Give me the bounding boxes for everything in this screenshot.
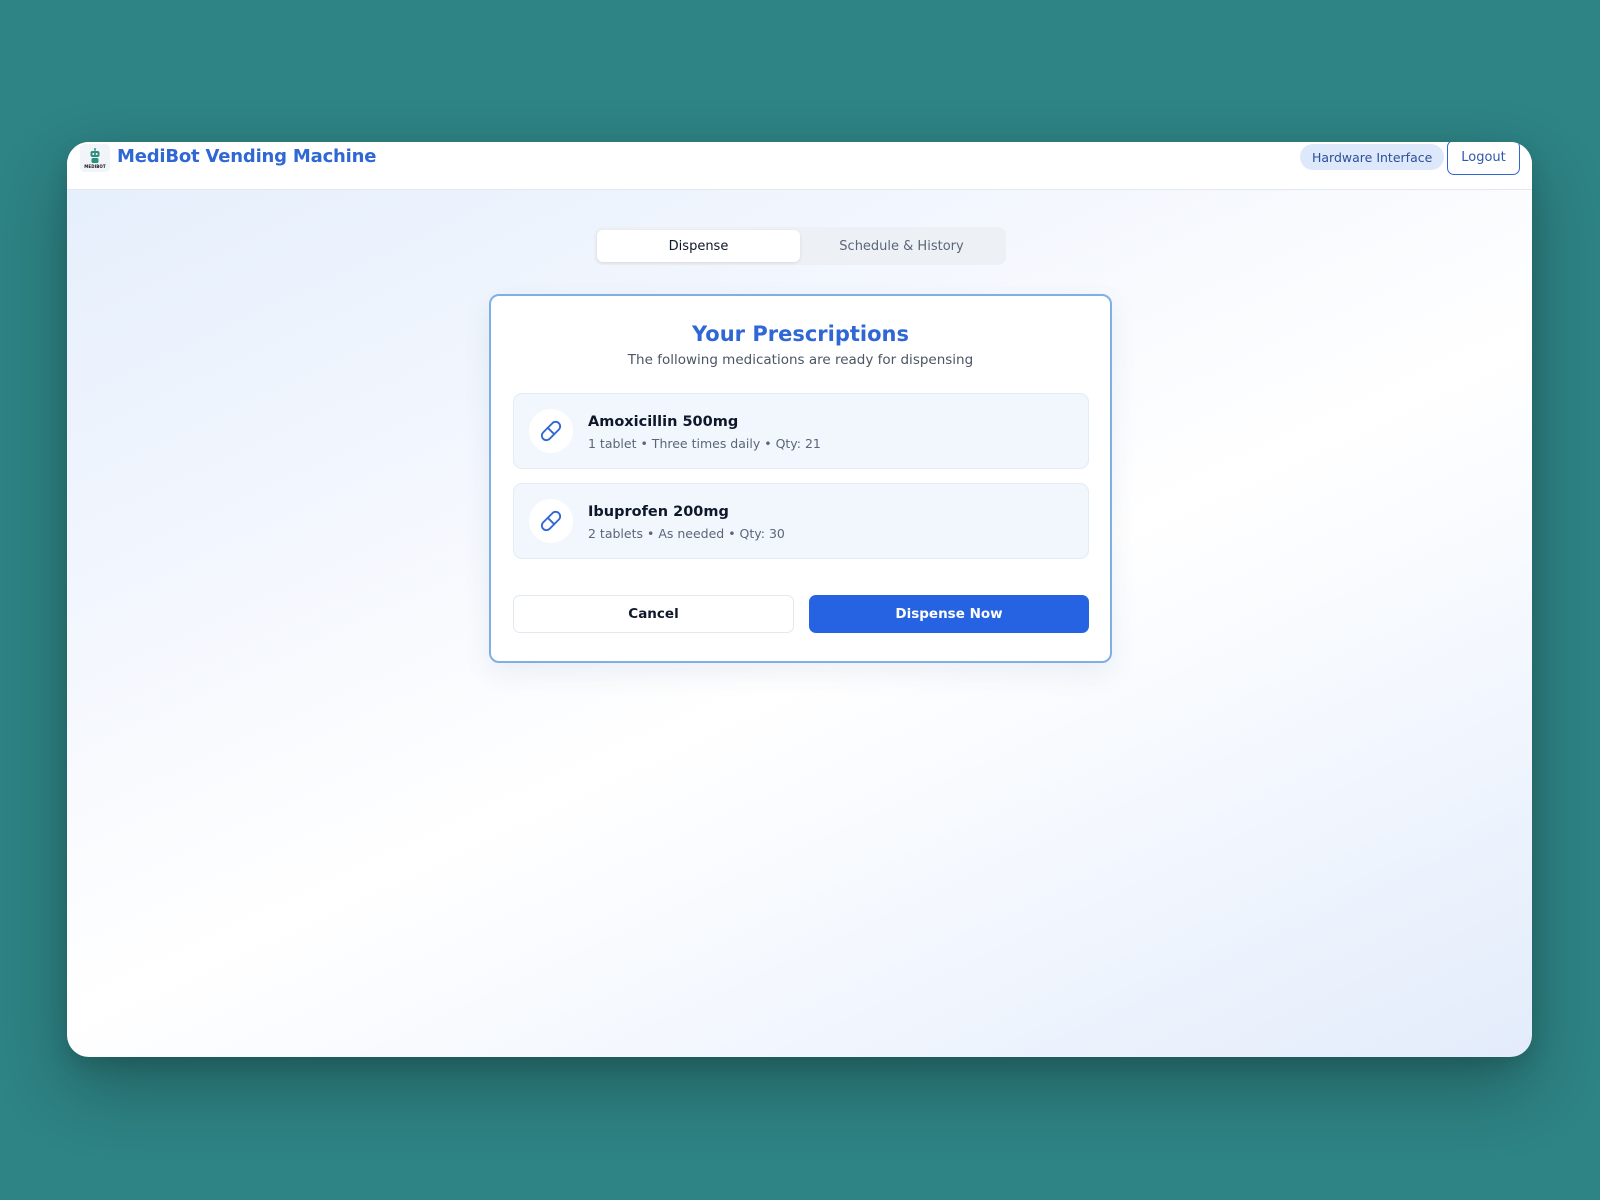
pill-icon: [529, 499, 573, 543]
logo-text: MEDIBOT: [84, 163, 106, 169]
app-window: MEDIBOT MediBot Vending Machine Hardware…: [67, 142, 1532, 1057]
medication-item: Amoxicillin 500mg 1 tablet • Three times…: [513, 393, 1089, 469]
prescriptions-title: Your Prescriptions: [692, 322, 909, 346]
top-bar: MEDIBOT MediBot Vending Machine Hardware…: [67, 142, 1532, 190]
tab-schedule-history[interactable]: Schedule & History: [800, 230, 1003, 262]
tab-bar: Dispense Schedule & History: [594, 227, 1006, 265]
dispense-now-button[interactable]: Dispense Now: [809, 595, 1089, 633]
app-title: MediBot Vending Machine: [117, 146, 377, 167]
pill-icon: [529, 409, 573, 453]
medibot-logo: MEDIBOT: [80, 144, 110, 172]
cancel-button[interactable]: Cancel: [513, 595, 794, 633]
tab-dispense[interactable]: Dispense: [597, 230, 800, 262]
medication-details: 2 tablets • As needed • Qty: 30: [588, 526, 785, 541]
hardware-interface-badge[interactable]: Hardware Interface: [1300, 144, 1445, 170]
medication-details: 1 tablet • Three times daily • Qty: 21: [588, 436, 821, 451]
prescriptions-subtitle: The following medications are ready for …: [627, 352, 974, 368]
medication-name: Amoxicillin 500mg: [588, 414, 739, 430]
medication-name: Ibuprofen 200mg: [588, 504, 729, 520]
robot-icon: [90, 147, 100, 163]
logout-button[interactable]: Logout: [1447, 142, 1520, 175]
medication-item: Ibuprofen 200mg 2 tablets • As needed • …: [513, 483, 1089, 559]
prescriptions-card: Your Prescriptions The following medicat…: [489, 294, 1112, 663]
